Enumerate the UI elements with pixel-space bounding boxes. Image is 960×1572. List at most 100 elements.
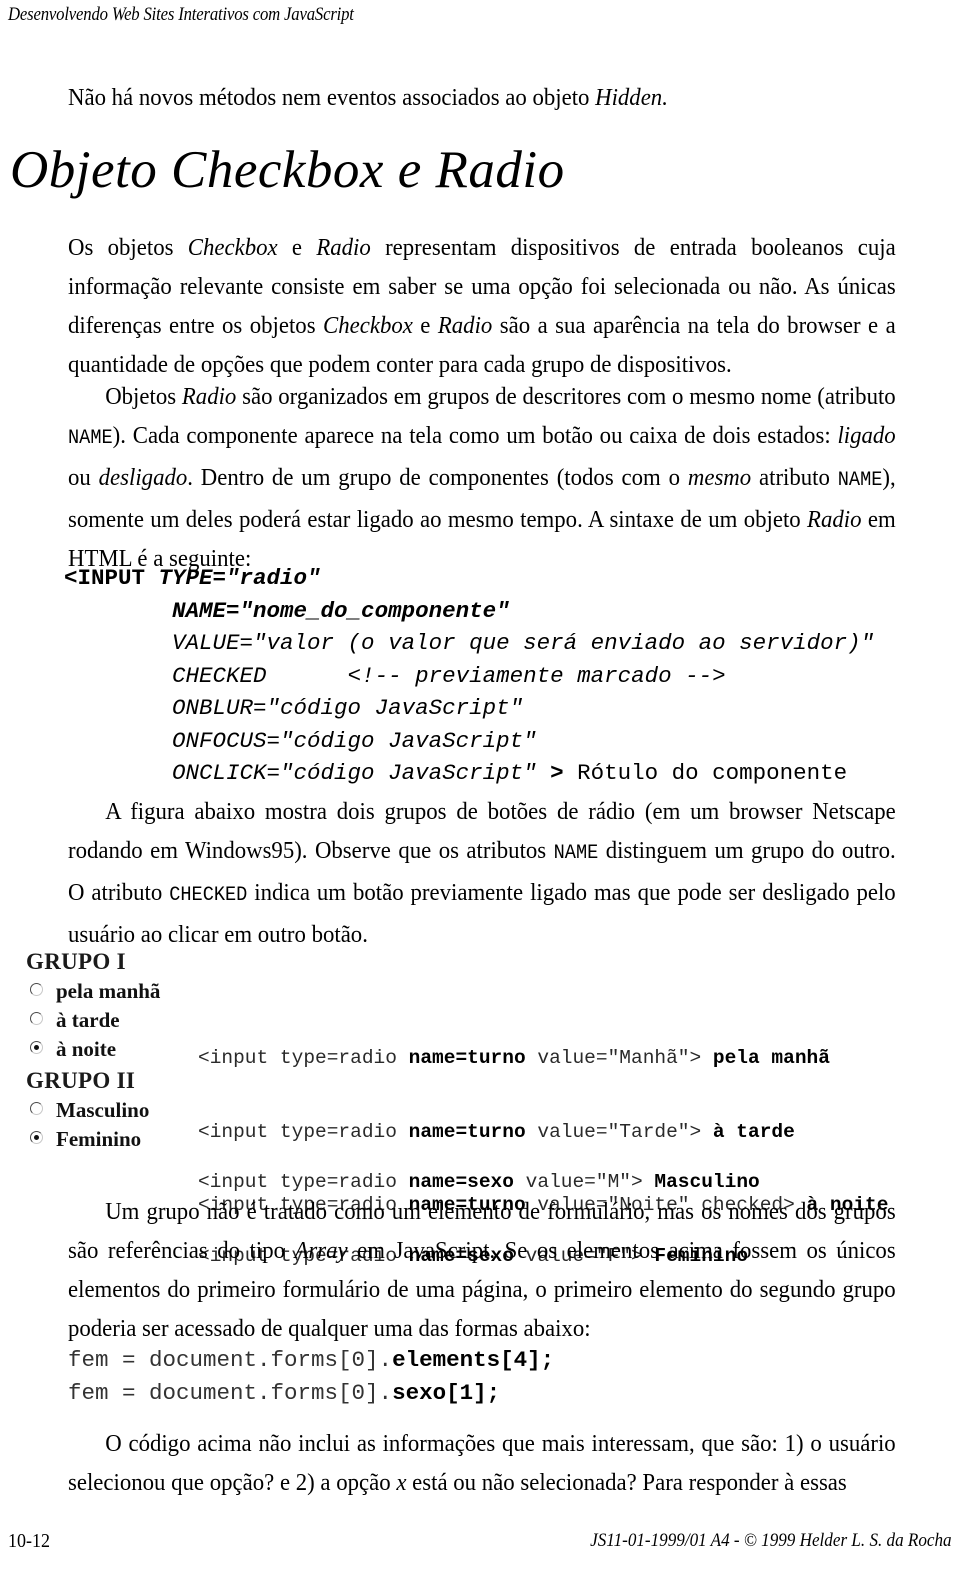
radio-button-icon-feminino-selected[interactable] — [30, 1131, 45, 1146]
code-gt-symbol: > — [536, 760, 578, 786]
intro-block: Não há novos métodos nem eventos associa… — [68, 78, 896, 117]
fig-g1-l1-pre: <input type=radio — [198, 1047, 409, 1069]
figure-code-line-4: <input type=radio name=sexo value="M"> M… — [198, 1170, 760, 1195]
group1-title: GRUPO I — [26, 949, 126, 974]
fig-g2-l1-pre: <input type=radio — [198, 1171, 409, 1193]
running-header: Desenvolvendo Web Sites Interativos com … — [8, 4, 354, 25]
group2-option-row-1[interactable]: Masculino — [26, 1095, 216, 1124]
group2-option-label-1: Masculino — [56, 1097, 150, 1122]
p2-desligado-italic: desligado — [98, 464, 188, 491]
document-page: Desenvolvendo Web Sites Interativos com … — [0, 0, 960, 1572]
group2-option-row-2[interactable]: Feminino — [26, 1124, 216, 1153]
p2-seg-d: ou — [68, 464, 99, 491]
code-checked-attr: CHECKED — [172, 662, 267, 689]
code-line-6: ONFOCUS="código JavaScript" — [64, 725, 874, 758]
p2-radio-italic-2: Radio — [807, 506, 862, 533]
code-line-1: <INPUT TYPE="radio" — [64, 562, 874, 595]
access-l1-pre: fem = document.forms[0]. — [68, 1347, 393, 1373]
figure-radio-groups: GRUPO I pela manhã à tarde à noite GRUPO… — [26, 948, 926, 1267]
fig-g2-l1-name: name=sexo — [408, 1171, 514, 1193]
paragraph-4-wrap: Um grupo não é tratado como um elemento … — [68, 1192, 896, 1348]
access-code-line-1: fem = document.forms[0].elements[4]; — [68, 1344, 554, 1377]
p2-name-code-1: NAME — [68, 427, 113, 450]
code-onclick-attr: ONCLICK="código JavaScript" — [172, 760, 537, 786]
code-line-5: ONBLUR="código JavaScript" — [64, 692, 874, 725]
p2-seg-c: ). Cada componente aparece na tela como … — [112, 422, 838, 449]
fig-g1-l1-name: name=turno — [408, 1047, 526, 1069]
paragraph-1: Os objetos Checkbox e Radio representam … — [68, 228, 896, 384]
intro-paragraph: Não há novos métodos nem eventos associa… — [68, 78, 896, 117]
fig-g2-l1-label: Masculino — [654, 1171, 760, 1193]
p3-checked-code: CHECKED — [169, 884, 248, 907]
group1-option-row-2[interactable]: à tarde — [26, 1005, 216, 1034]
p1-checkbox-italic: Checkbox — [187, 234, 278, 261]
paragraph-3: A figura abaixo mostra dois grupos de bo… — [68, 792, 896, 954]
p4-array-italic: Array — [294, 1237, 348, 1264]
section-heading-wrap: Objeto Checkbox e Radio — [10, 140, 910, 200]
code-onfocus-attr: ONFOCUS="código JavaScript" — [172, 727, 537, 754]
group1-option-row-3[interactable]: à noite — [26, 1034, 216, 1063]
code-line-7: ONCLICK="código JavaScript" > Rótulo do … — [64, 757, 874, 790]
fig-g1-l1-post: value="Manhã"> — [525, 1047, 713, 1069]
p1-seg-a: Os objetos — [68, 234, 188, 261]
intro-italic-hidden: Hidden. — [595, 84, 668, 111]
footer-page-number: 10-12 — [8, 1530, 51, 1552]
paragraph-1-wrap: Os objetos Checkbox e Radio representam … — [68, 228, 896, 384]
p2-name-code-2: NAME — [837, 469, 883, 492]
p2-seg-e: . Dentro de um grupo de componentes (tod… — [187, 464, 688, 491]
paragraph-5: O código acima não inclui as informações… — [68, 1424, 896, 1502]
figure-form-panel: GRUPO I pela manhã à tarde à noite GRUPO… — [26, 948, 216, 1153]
page-title: Objeto Checkbox e Radio — [10, 141, 565, 199]
p2-mesmo-italic: mesmo — [687, 464, 752, 491]
p2-seg-f: atributo — [751, 464, 838, 491]
footer-credit: JS11-01-1999/01 A4 - © 1999 Helder L. S.… — [590, 1530, 952, 1551]
paragraph-2: Objetos Radio são organizados em grupos … — [68, 377, 896, 578]
access-code-line-2: fem = document.forms[0].sexo[1]; — [68, 1377, 554, 1410]
paragraph-2-wrap: Objetos Radio são organizados em grupos … — [68, 377, 896, 578]
fig-g1-l1-label: pela manhã — [712, 1047, 830, 1069]
code-input-tag: <INPUT — [64, 565, 159, 591]
p1-seg-b: e — [277, 234, 317, 261]
page-footer: 10-12 JS11-01-1999/01 A4 - © 1999 Helder… — [8, 1530, 952, 1556]
paragraph-5-wrap: O código acima não inclui as informações… — [68, 1424, 896, 1502]
p2-seg-a: Objetos — [105, 383, 182, 410]
code-line-4: CHECKED <!-- previamente marcado --> — [64, 660, 874, 693]
access-l2-bold: sexo[1]; — [392, 1380, 501, 1406]
code-name-attr: NAME="nome_do_componente" — [172, 597, 510, 624]
syntax-code-listing: <INPUT TYPE="radio" NAME="nome_do_compon… — [64, 562, 874, 790]
fig-g2-l1-post: value="M"> — [513, 1171, 655, 1193]
radio-button-icon-noite-selected[interactable] — [30, 1041, 45, 1056]
code-line-3: VALUE="valor (o valor que será enviado a… — [64, 627, 874, 660]
code-onblur-attr: ONBLUR="código JavaScript" — [172, 695, 524, 721]
radio-button-icon-masculino[interactable] — [30, 1102, 45, 1117]
paragraph-4: Um grupo não é tratado como um elemento … — [68, 1192, 896, 1348]
p1-radio-italic: Radio — [316, 234, 371, 261]
code-value-attr: VALUE="valor (o valor que será enviado a… — [172, 630, 875, 656]
group1-option-label-2: à tarde — [56, 1007, 120, 1032]
p5-x-italic: x — [396, 1469, 407, 1496]
access-l2-pre: fem = document.forms[0]. — [68, 1380, 393, 1406]
code-line-2: NAME="nome_do_componente" — [64, 595, 874, 628]
group1-option-label-3: à noite — [56, 1036, 117, 1061]
access-code-sample: fem = document.forms[0].elements[4]; fem … — [68, 1344, 554, 1410]
code-label-text: Rótulo do componente — [577, 760, 848, 786]
p1-seg-d: e — [412, 312, 438, 339]
group2-option-label-2: Feminino — [56, 1126, 142, 1151]
p1-checkbox-italic-2: Checkbox — [323, 312, 413, 339]
group1-option-row-1[interactable]: pela manhã — [26, 976, 216, 1005]
paragraph-3-wrap: A figura abaixo mostra dois grupos de bo… — [68, 792, 896, 954]
radio-button-icon-tarde[interactable] — [30, 1012, 45, 1027]
radio-button-icon-manha[interactable] — [30, 983, 45, 998]
p2-ligado-italic: ligado — [837, 422, 896, 449]
p2-radio-italic: Radio — [181, 383, 237, 410]
code-type-attr: TYPE="radio" — [158, 565, 321, 591]
group1-option-label-1: pela manhã — [56, 978, 161, 1003]
intro-text: Não há novos métodos nem eventos associa… — [68, 84, 596, 111]
p3-name-code: NAME — [553, 842, 599, 865]
figure-code-line-1: <input type=radio name=turno value="Manh… — [198, 1046, 888, 1071]
group2-title: GRUPO II — [26, 1068, 136, 1093]
p2-seg-b: são organizados em grupos de descritores… — [236, 383, 896, 410]
p5-seg-b: está ou não selecionada? Para responder … — [406, 1469, 847, 1496]
code-checked-comment: <!-- previamente marcado --> — [347, 662, 726, 689]
access-l1-bold: elements[4]; — [392, 1347, 555, 1373]
